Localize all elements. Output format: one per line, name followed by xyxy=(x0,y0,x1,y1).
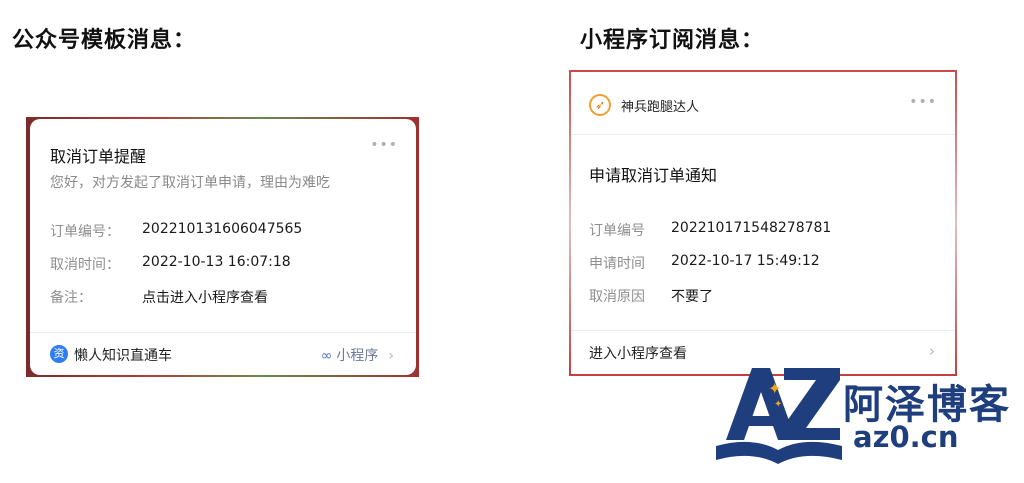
watermark-url: az0.cn xyxy=(853,420,959,454)
mini-program-link[interactable]: ∞ 小程序 › xyxy=(321,345,394,365)
subscribe-message-preview: ➶ 神兵跑腿达人 ••• 申请取消订单通知 订单编号 2022101715482… xyxy=(569,70,957,376)
field-label: 取消原因 xyxy=(589,289,645,305)
field-label: 申请时间 xyxy=(589,256,645,272)
more-options-icon[interactable]: ••• xyxy=(370,137,398,153)
field-value: 2022-10-17 15:49:12 xyxy=(671,253,820,269)
card-title: 申请取消订单通知 xyxy=(589,166,718,185)
link-icon: ∞ xyxy=(320,348,333,364)
field-label: 订单编号 xyxy=(589,223,645,239)
field-value: 202210171548278781 xyxy=(671,220,832,236)
subscribe-message-heading: 小程序订阅消息： xyxy=(580,27,765,53)
template-message-heading: 公众号模板消息： xyxy=(12,27,197,53)
field-label: 备注： xyxy=(50,290,92,306)
field-value: 2022-10-13 16:07:18 xyxy=(142,254,291,270)
chevron-right-icon: › xyxy=(388,348,394,364)
template-message-preview: 取消订单提醒 ••• 您好，对方发起了取消订单申请，理由为难吃 订单编号： 20… xyxy=(26,117,419,377)
card-footer[interactable]: 资 懒人知识直通车 ∞ 小程序 › xyxy=(30,332,416,376)
brand-name: 神兵跑腿达人 xyxy=(621,100,700,115)
account-name: 懒人知识直通车 xyxy=(74,348,172,364)
logo-sparkle-icon: ✦ xyxy=(768,379,781,398)
chevron-right-icon: › xyxy=(929,342,935,360)
logo-sparkle-icon-small: ✦ xyxy=(774,399,782,410)
field-label: 订单编号： xyxy=(50,224,120,240)
subscribe-message-card[interactable]: ➶ 神兵跑腿达人 ••• 申请取消订单通知 订单编号 2022101715482… xyxy=(571,72,955,374)
card-title: 取消订单提醒 xyxy=(50,147,147,166)
field-label: 取消时间： xyxy=(50,257,120,273)
header-divider xyxy=(571,134,955,135)
mini-program-label: 小程序 xyxy=(336,348,379,364)
card-subtitle: 您好，对方发起了取消订单申请，理由为难吃 xyxy=(50,175,330,191)
brand-logo-icon: ➶ xyxy=(589,94,611,116)
field-value: 点击进入小程序查看 xyxy=(142,290,268,306)
enter-mini-program-label: 进入小程序查看 xyxy=(589,346,687,362)
field-value: 不要了 xyxy=(671,289,713,305)
more-options-icon[interactable]: ••• xyxy=(909,94,937,110)
template-message-card[interactable]: 取消订单提醒 ••• 您好，对方发起了取消订单申请，理由为难吃 订单编号： 20… xyxy=(30,119,416,375)
account-avatar-icon: 资 xyxy=(50,345,68,363)
field-value: 202210131606047565 xyxy=(142,221,303,237)
